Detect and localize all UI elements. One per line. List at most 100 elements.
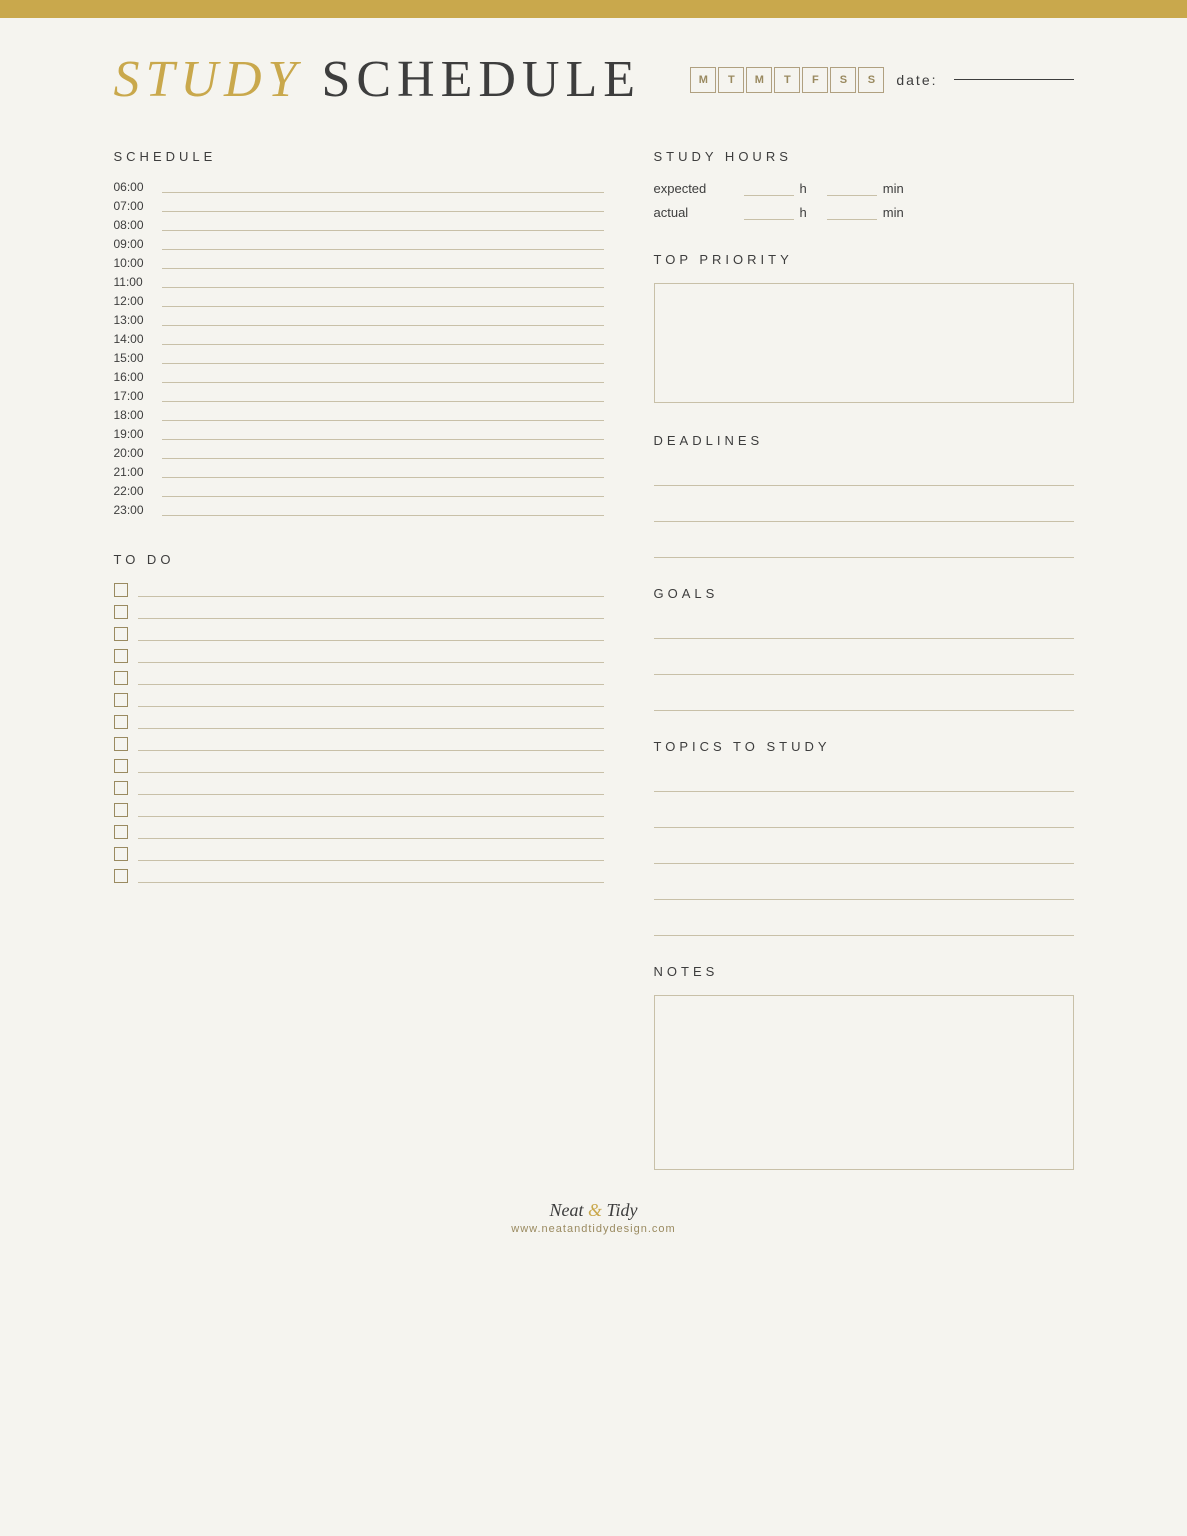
time-line[interactable] bbox=[162, 515, 604, 516]
todo-line[interactable] bbox=[138, 860, 604, 861]
day-box-w[interactable]: M bbox=[746, 67, 772, 93]
brand-part2: Tidy bbox=[602, 1200, 638, 1220]
schedule-heading: SCHEDULE bbox=[114, 149, 604, 164]
todo-checkbox[interactable] bbox=[114, 869, 128, 883]
deadline-line-1[interactable] bbox=[654, 464, 1074, 486]
time-line[interactable] bbox=[162, 420, 604, 421]
notes-section: NOTES bbox=[654, 964, 1074, 1170]
time-row: 14:00 bbox=[114, 332, 604, 351]
time-label: 21:00 bbox=[114, 465, 162, 482]
time-line[interactable] bbox=[162, 287, 604, 288]
time-line[interactable] bbox=[162, 249, 604, 250]
todo-checkbox[interactable] bbox=[114, 737, 128, 751]
deadlines-heading: DEADLINES bbox=[654, 433, 1074, 448]
time-line[interactable] bbox=[162, 477, 604, 478]
day-box-f[interactable]: F bbox=[802, 67, 828, 93]
todo-line[interactable] bbox=[138, 706, 604, 707]
todo-line[interactable] bbox=[138, 882, 604, 883]
time-row: 20:00 bbox=[114, 446, 604, 465]
expected-min-field[interactable] bbox=[827, 180, 877, 196]
todo-line[interactable] bbox=[138, 618, 604, 619]
goal-line-2[interactable] bbox=[654, 653, 1074, 675]
topic-line-2[interactable] bbox=[654, 806, 1074, 828]
goals-heading: GOALS bbox=[654, 586, 1074, 601]
todo-checkbox[interactable] bbox=[114, 847, 128, 861]
todo-line[interactable] bbox=[138, 794, 604, 795]
time-row: 08:00 bbox=[114, 218, 604, 237]
todo-line[interactable] bbox=[138, 684, 604, 685]
time-line[interactable] bbox=[162, 230, 604, 231]
todo-item bbox=[114, 649, 604, 669]
todo-checkbox[interactable] bbox=[114, 781, 128, 795]
todo-item bbox=[114, 869, 604, 889]
time-line[interactable] bbox=[162, 439, 604, 440]
deadline-line-3[interactable] bbox=[654, 536, 1074, 558]
todo-checkbox[interactable] bbox=[114, 583, 128, 597]
day-box-sa[interactable]: S bbox=[830, 67, 856, 93]
time-line[interactable] bbox=[162, 344, 604, 345]
todo-checkbox[interactable] bbox=[114, 693, 128, 707]
todo-line[interactable] bbox=[138, 728, 604, 729]
time-row: 13:00 bbox=[114, 313, 604, 332]
todo-item bbox=[114, 825, 604, 845]
todo-line[interactable] bbox=[138, 838, 604, 839]
study-hours-heading: STUDY HOURS bbox=[654, 149, 1074, 164]
time-row: 06:00 bbox=[114, 180, 604, 199]
time-line[interactable] bbox=[162, 211, 604, 212]
todo-line[interactable] bbox=[138, 662, 604, 663]
deadline-line-2[interactable] bbox=[654, 500, 1074, 522]
footer-url: www.neatandtidydesign.com bbox=[114, 1223, 1074, 1235]
day-box-su[interactable]: S bbox=[858, 67, 884, 93]
time-line[interactable] bbox=[162, 325, 604, 326]
day-box-th[interactable]: T bbox=[774, 67, 800, 93]
time-line[interactable] bbox=[162, 268, 604, 269]
day-box-m[interactable]: M bbox=[690, 67, 716, 93]
time-line[interactable] bbox=[162, 401, 604, 402]
time-line[interactable] bbox=[162, 363, 604, 364]
todo-checkbox[interactable] bbox=[114, 825, 128, 839]
time-label: 19:00 bbox=[114, 427, 162, 444]
notes-heading: NOTES bbox=[654, 964, 1074, 979]
todo-checkbox[interactable] bbox=[114, 627, 128, 641]
todo-checkbox[interactable] bbox=[114, 803, 128, 817]
todo-line[interactable] bbox=[138, 750, 604, 751]
actual-min-field[interactable] bbox=[827, 204, 877, 220]
time-line[interactable] bbox=[162, 306, 604, 307]
topic-line-5[interactable] bbox=[654, 914, 1074, 936]
todo-line[interactable] bbox=[138, 772, 604, 773]
priority-box[interactable] bbox=[654, 283, 1074, 403]
topic-line-4[interactable] bbox=[654, 878, 1074, 900]
goal-line-3[interactable] bbox=[654, 689, 1074, 711]
notes-box[interactable] bbox=[654, 995, 1074, 1170]
todo-line[interactable] bbox=[138, 596, 604, 597]
actual-h-field[interactable] bbox=[744, 204, 794, 220]
date-input-line[interactable] bbox=[954, 79, 1074, 80]
todo-item bbox=[114, 671, 604, 691]
actual-row: actual h min bbox=[654, 204, 1074, 220]
todo-checkbox[interactable] bbox=[114, 759, 128, 773]
todo-checkbox[interactable] bbox=[114, 649, 128, 663]
time-line[interactable] bbox=[162, 496, 604, 497]
gold-bar bbox=[0, 0, 1187, 18]
day-box-t[interactable]: T bbox=[718, 67, 744, 93]
todo-checkbox[interactable] bbox=[114, 605, 128, 619]
time-row: 12:00 bbox=[114, 294, 604, 313]
time-line[interactable] bbox=[162, 382, 604, 383]
todo-checkbox[interactable] bbox=[114, 671, 128, 685]
time-line[interactable] bbox=[162, 458, 604, 459]
time-label: 13:00 bbox=[114, 313, 162, 330]
time-line[interactable] bbox=[162, 192, 604, 193]
todo-section: TO DO bbox=[114, 552, 604, 889]
topic-line-3[interactable] bbox=[654, 842, 1074, 864]
goal-line-1[interactable] bbox=[654, 617, 1074, 639]
actual-label: actual bbox=[654, 205, 744, 220]
time-label: 11:00 bbox=[114, 275, 162, 292]
time-label: 16:00 bbox=[114, 370, 162, 387]
todo-line[interactable] bbox=[138, 640, 604, 641]
time-row: 18:00 bbox=[114, 408, 604, 427]
todo-line[interactable] bbox=[138, 816, 604, 817]
expected-h-field[interactable] bbox=[744, 180, 794, 196]
todo-checkbox[interactable] bbox=[114, 715, 128, 729]
topic-line-1[interactable] bbox=[654, 770, 1074, 792]
time-row: 17:00 bbox=[114, 389, 604, 408]
